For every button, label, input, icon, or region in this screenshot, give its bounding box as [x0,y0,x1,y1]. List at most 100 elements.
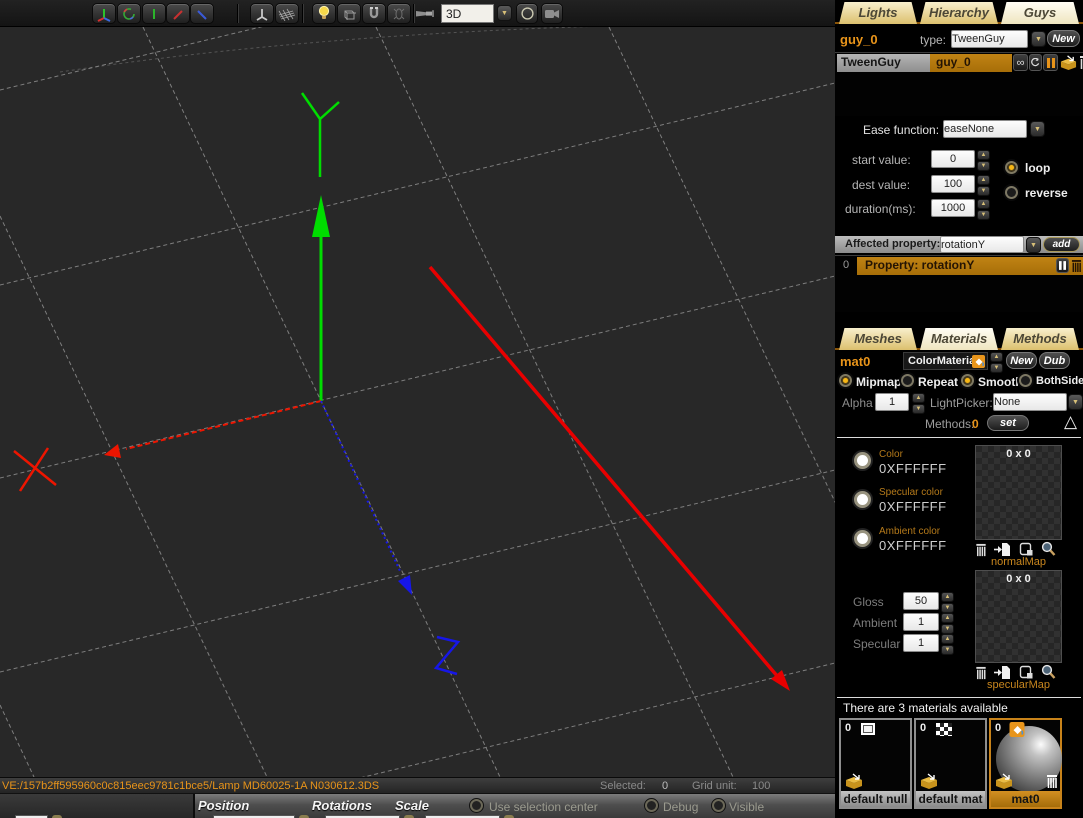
loop-toggle-button[interactable]: ∞ [1013,54,1028,71]
pause-icon [1047,58,1055,68]
use-selection-center-radio[interactable] [470,799,483,812]
guy-type-input[interactable] [951,30,1028,48]
pause-guy-button[interactable] [1043,54,1058,71]
ease-dropdown[interactable]: ▼ [1030,121,1045,137]
ambient-stepper[interactable]: ▲▼ [941,613,954,632]
tab-meshes[interactable]: Meshes [839,328,917,350]
tab-methods[interactable]: Methods [1001,328,1079,350]
gloss-stepper[interactable]: ▲▼ [941,592,954,611]
visible-radio[interactable] [712,799,725,812]
add-property-button[interactable]: add [1043,237,1080,252]
debug-radio[interactable] [645,799,658,812]
ease-input[interactable] [943,120,1027,138]
repeat-radio[interactable] [901,374,914,387]
guy-type-dropdown[interactable]: ▼ [1031,31,1046,47]
load-specularmap-icon[interactable] [994,665,1011,680]
lightpicker-input[interactable] [993,393,1067,411]
y-axis-tool-button[interactable] [142,3,166,24]
duration-stepper[interactable]: ▲▼ [977,199,990,218]
bothsides-radio[interactable] [1019,374,1032,387]
z-axis-tool-button[interactable] [190,3,214,24]
bottom-left-panel [0,794,195,818]
new-guy-button[interactable]: New [1047,30,1080,47]
duration-input[interactable] [931,199,975,217]
tab-materials[interactable]: Materials [920,328,998,350]
guy-row-type[interactable]: TweenGuy [837,54,930,72]
copy-specularmap-icon[interactable] [1019,665,1034,680]
delete-guy-icon[interactable] [1079,55,1083,70]
material-card-default-mat[interactable]: 0 default mat [914,718,987,809]
color-swatch[interactable] [854,452,871,469]
edit-box-icon[interactable] [1059,54,1078,71]
start-value-input[interactable] [931,150,975,168]
tab-guys[interactable]: Guys [1001,2,1079,24]
dest-value-input[interactable] [931,175,975,193]
circle-icon [520,6,535,21]
new-material-button[interactable]: New [1006,352,1037,369]
smooth-radio[interactable] [961,374,974,387]
material-card-mat0[interactable]: 0 mat0 [989,718,1062,809]
horizon-curve [60,27,640,72]
specular-map-preview[interactable]: 0 x 0 [975,570,1062,663]
camera-button[interactable] [541,3,563,24]
load-normalmap-icon[interactable] [994,542,1011,557]
rotate-tool-button[interactable] [117,3,141,24]
top-toolbar: ▼ [0,0,835,27]
set-methods-button[interactable]: set [987,415,1029,431]
render-sphere-button[interactable] [516,3,538,24]
property-row[interactable]: Property: rotationY [857,257,1083,275]
light-toggle-button[interactable] [312,3,336,24]
dub-material-button[interactable]: Dub [1039,352,1070,369]
reverse-toggle-button[interactable] [1029,54,1042,71]
copy-normalmap-icon[interactable] [1019,542,1034,557]
bone-icon [392,6,406,22]
specular-stepper[interactable]: ▲▼ [941,634,954,653]
loop-radio[interactable] [1005,161,1018,174]
viewport-3d[interactable] [0,27,835,777]
tripod-view-button[interactable] [250,3,274,24]
material-type-stepper[interactable]: ▲▼ [990,352,1003,370]
cube-icon [341,6,357,22]
clear-normalmap-icon[interactable] [975,543,987,557]
view-mode-dropdown[interactable]: ▼ [497,5,512,21]
specular-color-swatch[interactable] [854,491,871,508]
tab-lights[interactable]: Lights [839,2,917,24]
materials-count-text: There are 3 materials available [843,701,1008,715]
view-mode-input[interactable] [441,4,494,23]
ambient-input[interactable] [903,613,939,631]
material-box-icon [919,772,939,790]
clear-specularmap-icon[interactable] [975,666,987,680]
delete-property-icon[interactable] [1071,259,1082,273]
delete-material-icon[interactable] [1046,774,1058,789]
snap-button[interactable] [362,3,386,24]
affected-property-input[interactable] [940,236,1024,253]
guy-row-name[interactable]: guy_0 [930,54,1012,72]
affected-property-dropdown[interactable]: ▼ [1026,237,1041,253]
grid-toggle-button[interactable] [275,3,299,24]
material-card-default-null[interactable]: 0 default null [839,718,912,809]
dest-value-label: dest value: [852,178,910,192]
wireframe-button[interactable] [337,3,361,24]
flashlight-icon[interactable] [415,7,437,20]
x-axis-tool-button[interactable] [166,3,190,24]
ambient-color-swatch[interactable] [854,530,871,547]
inspect-specularmap-icon[interactable] [1041,664,1056,680]
lightpicker-dropdown[interactable]: ▼ [1068,394,1083,410]
move-tool-button[interactable] [92,3,116,24]
normal-map-preview[interactable]: 0 x 0 [975,445,1062,540]
triangle-icon[interactable]: △ [1064,412,1077,432]
pause-property-button[interactable] [1056,258,1069,273]
bones-button[interactable] [387,3,411,24]
alpha-stepper[interactable]: ▲▼ [912,393,925,412]
specular-input[interactable] [903,634,939,652]
tab-hierarchy[interactable]: Hierarchy [920,2,998,24]
start-value-stepper[interactable]: ▲▼ [977,150,990,169]
inspect-normalmap-icon[interactable] [1041,541,1056,557]
dest-value-stepper[interactable]: ▲▼ [977,175,990,194]
reverse-radio[interactable] [1005,186,1018,199]
material-type-select[interactable]: ColorMaterial [903,352,988,370]
mipmap-radio[interactable] [839,374,852,387]
gloss-input[interactable] [903,592,939,610]
bothsides-label: BothSides [1036,375,1083,387]
alpha-input[interactable] [875,393,909,411]
